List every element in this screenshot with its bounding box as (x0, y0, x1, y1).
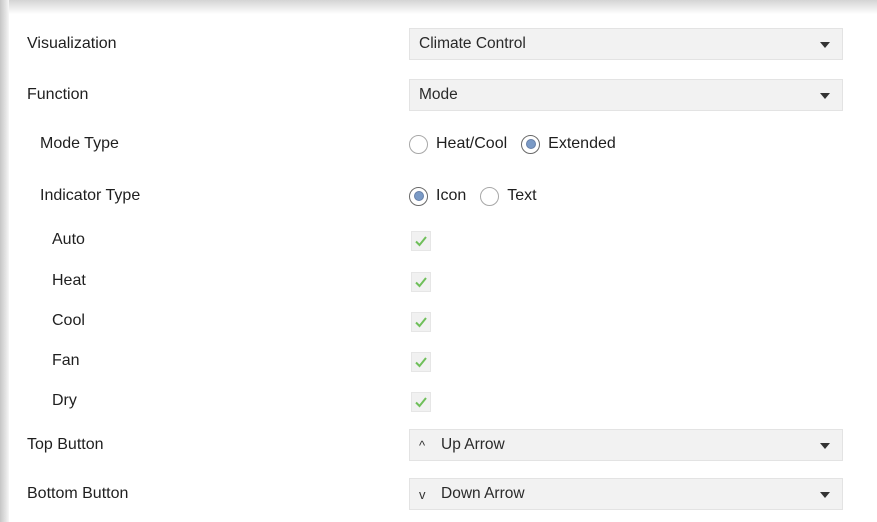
function-select[interactable]: Mode (409, 79, 843, 111)
row-indicator-type: Indicator Type Icon Text (0, 176, 877, 216)
top-button-label: Top Button (27, 436, 104, 453)
visualization-value: Climate Control (419, 35, 526, 52)
visualization-select[interactable]: Climate Control (409, 28, 843, 60)
row-mode-cool: Cool (0, 301, 877, 341)
radio-label: Text (507, 187, 537, 204)
chevron-down-icon (820, 443, 830, 449)
chevron-down-icon (820, 492, 830, 498)
checkmark-icon (415, 317, 427, 328)
up-arrow-icon: ^ (419, 437, 426, 453)
checkmark-icon (415, 277, 427, 288)
indicator-type-label: Indicator Type (40, 187, 141, 204)
row-mode-type: Mode Type Heat/Cool Extended (0, 124, 877, 164)
checkmark-icon (415, 397, 427, 408)
row-mode-dry: Dry (0, 381, 877, 421)
mode-heat-checkbox[interactable] (411, 272, 431, 292)
down-arrow-icon: v (419, 486, 426, 502)
row-mode-heat: Heat (0, 261, 877, 301)
radio-label: Extended (548, 135, 616, 152)
radio-label: Heat/Cool (436, 135, 508, 152)
bottom-button-label: Bottom Button (27, 485, 129, 502)
mode-heat-label: Heat (52, 272, 86, 289)
visualization-label: Visualization (27, 35, 117, 52)
radio-circle-icon (409, 134, 428, 154)
bottom-button-value-wrap: v Down Arrow (419, 485, 525, 503)
mode-type-radio-extended[interactable]: Extended (521, 134, 616, 154)
mode-auto-checkbox[interactable] (411, 231, 431, 251)
mode-cool-label: Cool (52, 312, 85, 329)
bottom-button-select[interactable]: v Down Arrow (409, 478, 843, 510)
radio-circle-icon (521, 134, 541, 154)
row-mode-fan: Fan (0, 341, 877, 381)
mode-type-label: Mode Type (40, 135, 119, 152)
settings-panel: Visualization Climate Control Function M… (0, 0, 877, 522)
indicator-type-radio-text[interactable]: Text (480, 186, 537, 206)
function-label: Function (27, 86, 89, 103)
checkmark-icon (415, 357, 427, 368)
indicator-type-radio-group: Icon Text (409, 176, 551, 216)
mode-type-radio-heat-cool[interactable]: Heat/Cool (409, 134, 508, 154)
row-function: Function Mode (0, 75, 877, 115)
radio-circle-icon (480, 186, 500, 206)
radio-circle-icon (409, 186, 428, 206)
mode-cool-checkbox[interactable] (411, 312, 431, 332)
mode-auto-label: Auto (52, 231, 85, 248)
row-bottom-button: Bottom Button v Down Arrow (0, 474, 877, 514)
mode-dry-checkbox[interactable] (411, 392, 431, 412)
mode-fan-label: Fan (52, 352, 80, 369)
top-button-select[interactable]: ^ Up Arrow (409, 429, 843, 461)
radio-label: Icon (436, 187, 467, 204)
checkmark-icon (415, 236, 427, 247)
indicator-type-radio-icon[interactable]: Icon (409, 186, 467, 206)
mode-dry-label: Dry (52, 392, 77, 409)
mode-fan-checkbox[interactable] (411, 352, 431, 372)
row-mode-auto: Auto (0, 220, 877, 260)
chevron-down-icon (820, 93, 830, 99)
bottom-button-value: Down Arrow (441, 485, 525, 502)
panel-top-shadow (0, 0, 877, 14)
chevron-down-icon (820, 42, 830, 48)
row-top-button: Top Button ^ Up Arrow (0, 425, 877, 465)
mode-type-radio-group: Heat/Cool Extended (409, 124, 630, 164)
top-button-value: Up Arrow (441, 436, 505, 453)
top-button-value-wrap: ^ Up Arrow (419, 436, 505, 454)
row-visualization: Visualization Climate Control (0, 24, 877, 64)
function-value: Mode (419, 86, 458, 103)
